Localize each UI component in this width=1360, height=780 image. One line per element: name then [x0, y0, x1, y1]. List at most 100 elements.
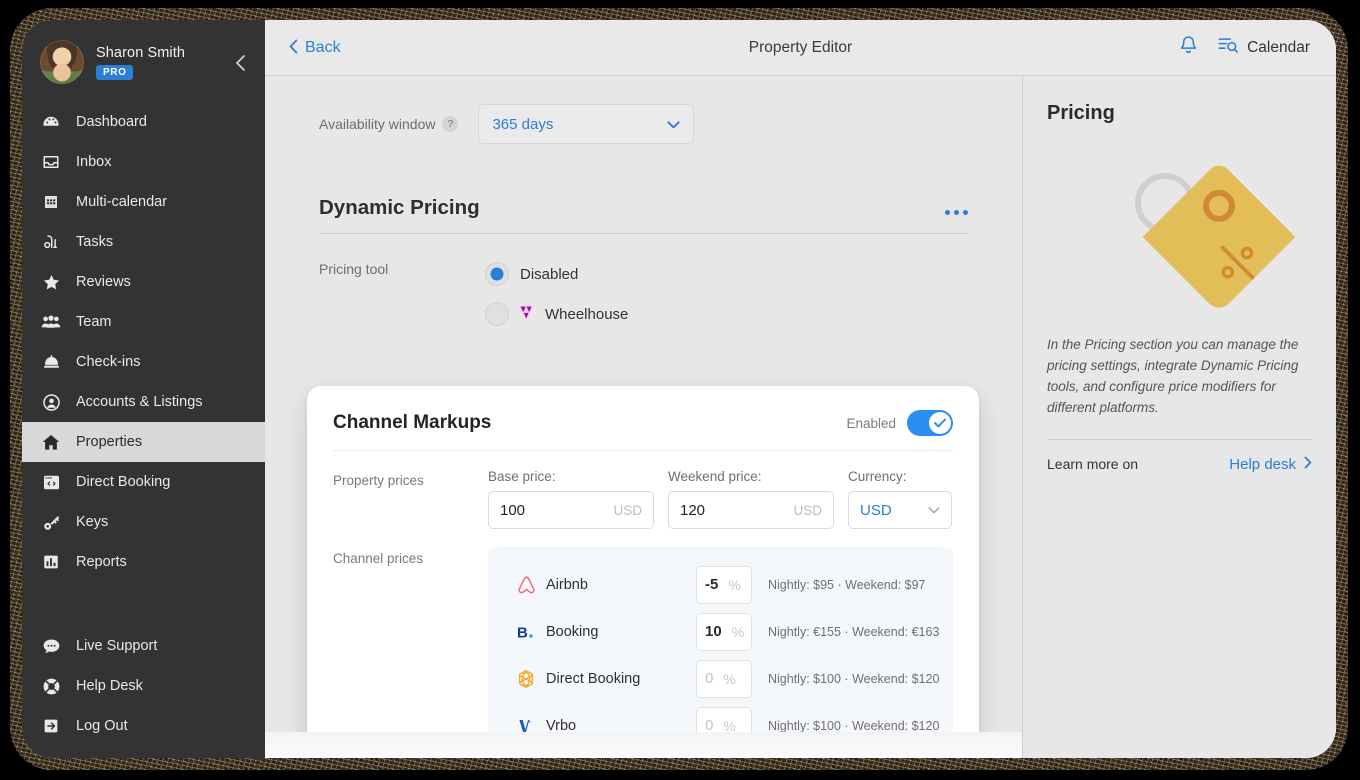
help-icon[interactable]: ? — [442, 116, 459, 132]
currency-select[interactable]: USD — [848, 491, 952, 529]
tasks-icon — [40, 232, 62, 252]
sidebar-item-tasks[interactable]: Tasks — [22, 222, 265, 262]
availability-window-select[interactable]: 365 days — [478, 104, 695, 144]
weekend-price-input[interactable]: 120 USD — [668, 491, 834, 529]
home-icon — [40, 432, 62, 452]
main-panel: Availability window ? 365 days Dynamic P… — [265, 76, 1022, 758]
dynamic-pricing-section-header: Dynamic Pricing — [319, 196, 968, 234]
sidebar-item-reviews[interactable]: Reviews — [22, 262, 265, 302]
user-name: Sharon Smith — [96, 44, 186, 61]
sidebar-item-label: Log Out — [76, 718, 128, 734]
sidebar-item-keys[interactable]: Keys — [22, 502, 265, 542]
channel-markup-input-direct-booking[interactable]: 0 % — [696, 659, 752, 698]
section-title: Dynamic Pricing — [319, 196, 480, 219]
pricing-tool-option-label: Wheelhouse — [545, 305, 629, 323]
channel-name: Direct Booking — [546, 670, 641, 687]
percent-symbol: % — [731, 623, 745, 640]
calendar-icon — [40, 192, 62, 212]
base-price-label: Base price: — [488, 469, 556, 484]
sidebar-item-help-desk[interactable]: Help Desk — [22, 666, 265, 706]
channel-markup-input-booking[interactable]: 10 % — [696, 612, 752, 651]
sidebar-item-live-support[interactable]: Live Support — [22, 626, 265, 666]
sidebar-item-reports[interactable]: Reports — [22, 542, 265, 582]
price-tag-icon — [1047, 125, 1312, 331]
sidebar-item-direct-booking[interactable]: Direct Booking — [22, 462, 265, 502]
key-icon — [40, 512, 62, 532]
sidebar-item-label: Accounts & Listings — [76, 394, 203, 410]
radio-disabled[interactable] — [485, 262, 509, 286]
chevron-left-icon — [289, 38, 298, 57]
help-desk-link-label: Help desk — [1229, 455, 1296, 473]
channel-row-booking: B Booking 10 % Nightly: €155 · Weekend: … — [488, 608, 953, 655]
currency-label: Currency: — [848, 469, 907, 484]
weekend-price-suffix: USD — [793, 502, 822, 518]
notifications-bell-icon[interactable] — [1179, 35, 1198, 61]
base-price-suffix: USD — [613, 502, 642, 518]
channel-row-airbnb: Airbnb -5 % Nightly: $95 · Weekend: $97 — [488, 561, 953, 608]
property-prices-label: Property prices — [333, 473, 424, 488]
sidebar-item-label: Dashboard — [76, 114, 147, 130]
channel-markup-input-airbnb[interactable]: -5 % — [696, 565, 752, 604]
learn-more-label: Learn more on — [1047, 456, 1139, 473]
bell-desk-icon — [40, 352, 62, 372]
sidebar-collapse-icon[interactable] — [229, 52, 251, 74]
booking-icon: B — [514, 622, 538, 642]
star-icon — [40, 272, 62, 292]
inbox-icon — [40, 152, 62, 172]
airbnb-icon — [514, 575, 538, 595]
sidebar-item-label: Reports — [76, 554, 127, 570]
weekend-price-value: 120 — [680, 501, 706, 519]
sidebar-item-log-out[interactable]: Log Out — [22, 706, 265, 746]
channel-prices-list: Airbnb -5 % Nightly: $95 · Weekend: $97 … — [488, 547, 953, 758]
sidebar-item-multi-calendar[interactable]: Multi-calendar — [22, 182, 265, 222]
channel-name: Booking — [546, 623, 599, 640]
channel-name: Airbnb — [546, 576, 588, 593]
toggle-label: Enabled — [846, 415, 896, 431]
base-price-input[interactable]: 100 USD — [488, 491, 654, 529]
channel-prices-label: Channel prices — [333, 551, 424, 566]
channel-row-direct-booking: Direct Booking 0 % Nightly: $100 · Weeke… — [488, 655, 953, 702]
availability-window-value: 365 days — [492, 115, 554, 133]
calendar-button[interactable]: Calendar — [1218, 36, 1310, 59]
availability-window-label: Availability window — [319, 116, 436, 132]
pricing-tool-option-wheelhouse[interactable]: Wheelhouse — [485, 294, 628, 334]
chevron-down-icon — [667, 117, 681, 132]
channel-markups-toggle[interactable] — [907, 410, 953, 436]
availability-window-row: Availability window ? 365 days — [265, 104, 1022, 144]
code-window-icon — [40, 472, 62, 492]
help-desk-link[interactable]: Help desk — [1229, 456, 1312, 473]
wheelhouse-logo-icon — [520, 305, 537, 324]
channel-markup-placeholder: 0 — [705, 670, 714, 687]
sidebar: Sharon Smith PRO Dashboard Inbox Multi-c… — [22, 20, 265, 758]
sidebar-item-inbox[interactable]: Inbox — [22, 142, 265, 182]
sidebar-item-label: Tasks — [76, 234, 114, 250]
avatar — [40, 40, 84, 84]
chat-bubble-icon — [40, 636, 62, 656]
sidebar-item-check-ins[interactable]: Check-ins — [22, 342, 265, 382]
sidebar-bottom-nav: Live Support Help Desk Log Out — [22, 626, 265, 746]
weekend-price-field: Weekend price: 120 USD — [668, 469, 834, 529]
sidebar-item-team[interactable]: Team — [22, 302, 265, 342]
sidebar-item-label: Keys — [76, 514, 109, 530]
team-icon — [40, 312, 62, 332]
direct-booking-icon — [514, 669, 538, 689]
base-price-value: 100 — [500, 501, 526, 519]
sidebar-item-label: Team — [76, 314, 112, 330]
lifebuoy-icon — [40, 676, 62, 696]
weekend-price-label: Weekend price: — [668, 469, 762, 484]
sidebar-nav: Dashboard Inbox Multi-calendar Tasks Rev… — [22, 102, 265, 582]
back-button[interactable]: Back — [289, 39, 341, 57]
sidebar-item-dashboard[interactable]: Dashboard — [22, 102, 265, 142]
radio-wheelhouse[interactable] — [485, 302, 509, 326]
pricing-tool-group: Pricing tool Disabled Wheelhouse — [265, 254, 1022, 334]
footer-strip — [265, 732, 1022, 758]
app-window: Sharon Smith PRO Dashboard Inbox Multi-c… — [22, 20, 1336, 758]
sidebar-item-accounts-listings[interactable]: Accounts & Listings — [22, 382, 265, 422]
channel-prices-row: Channel prices Airbnb -5 % Nightly: $95 … — [333, 547, 953, 758]
sidebar-item-properties[interactable]: Properties — [22, 422, 265, 462]
section-more-options-icon[interactable] — [945, 210, 968, 220]
pricing-tool-option-disabled[interactable]: Disabled — [485, 254, 628, 294]
svg-text:B: B — [517, 624, 528, 641]
account-circle-icon — [40, 392, 62, 412]
chevron-down-icon — [928, 503, 940, 517]
